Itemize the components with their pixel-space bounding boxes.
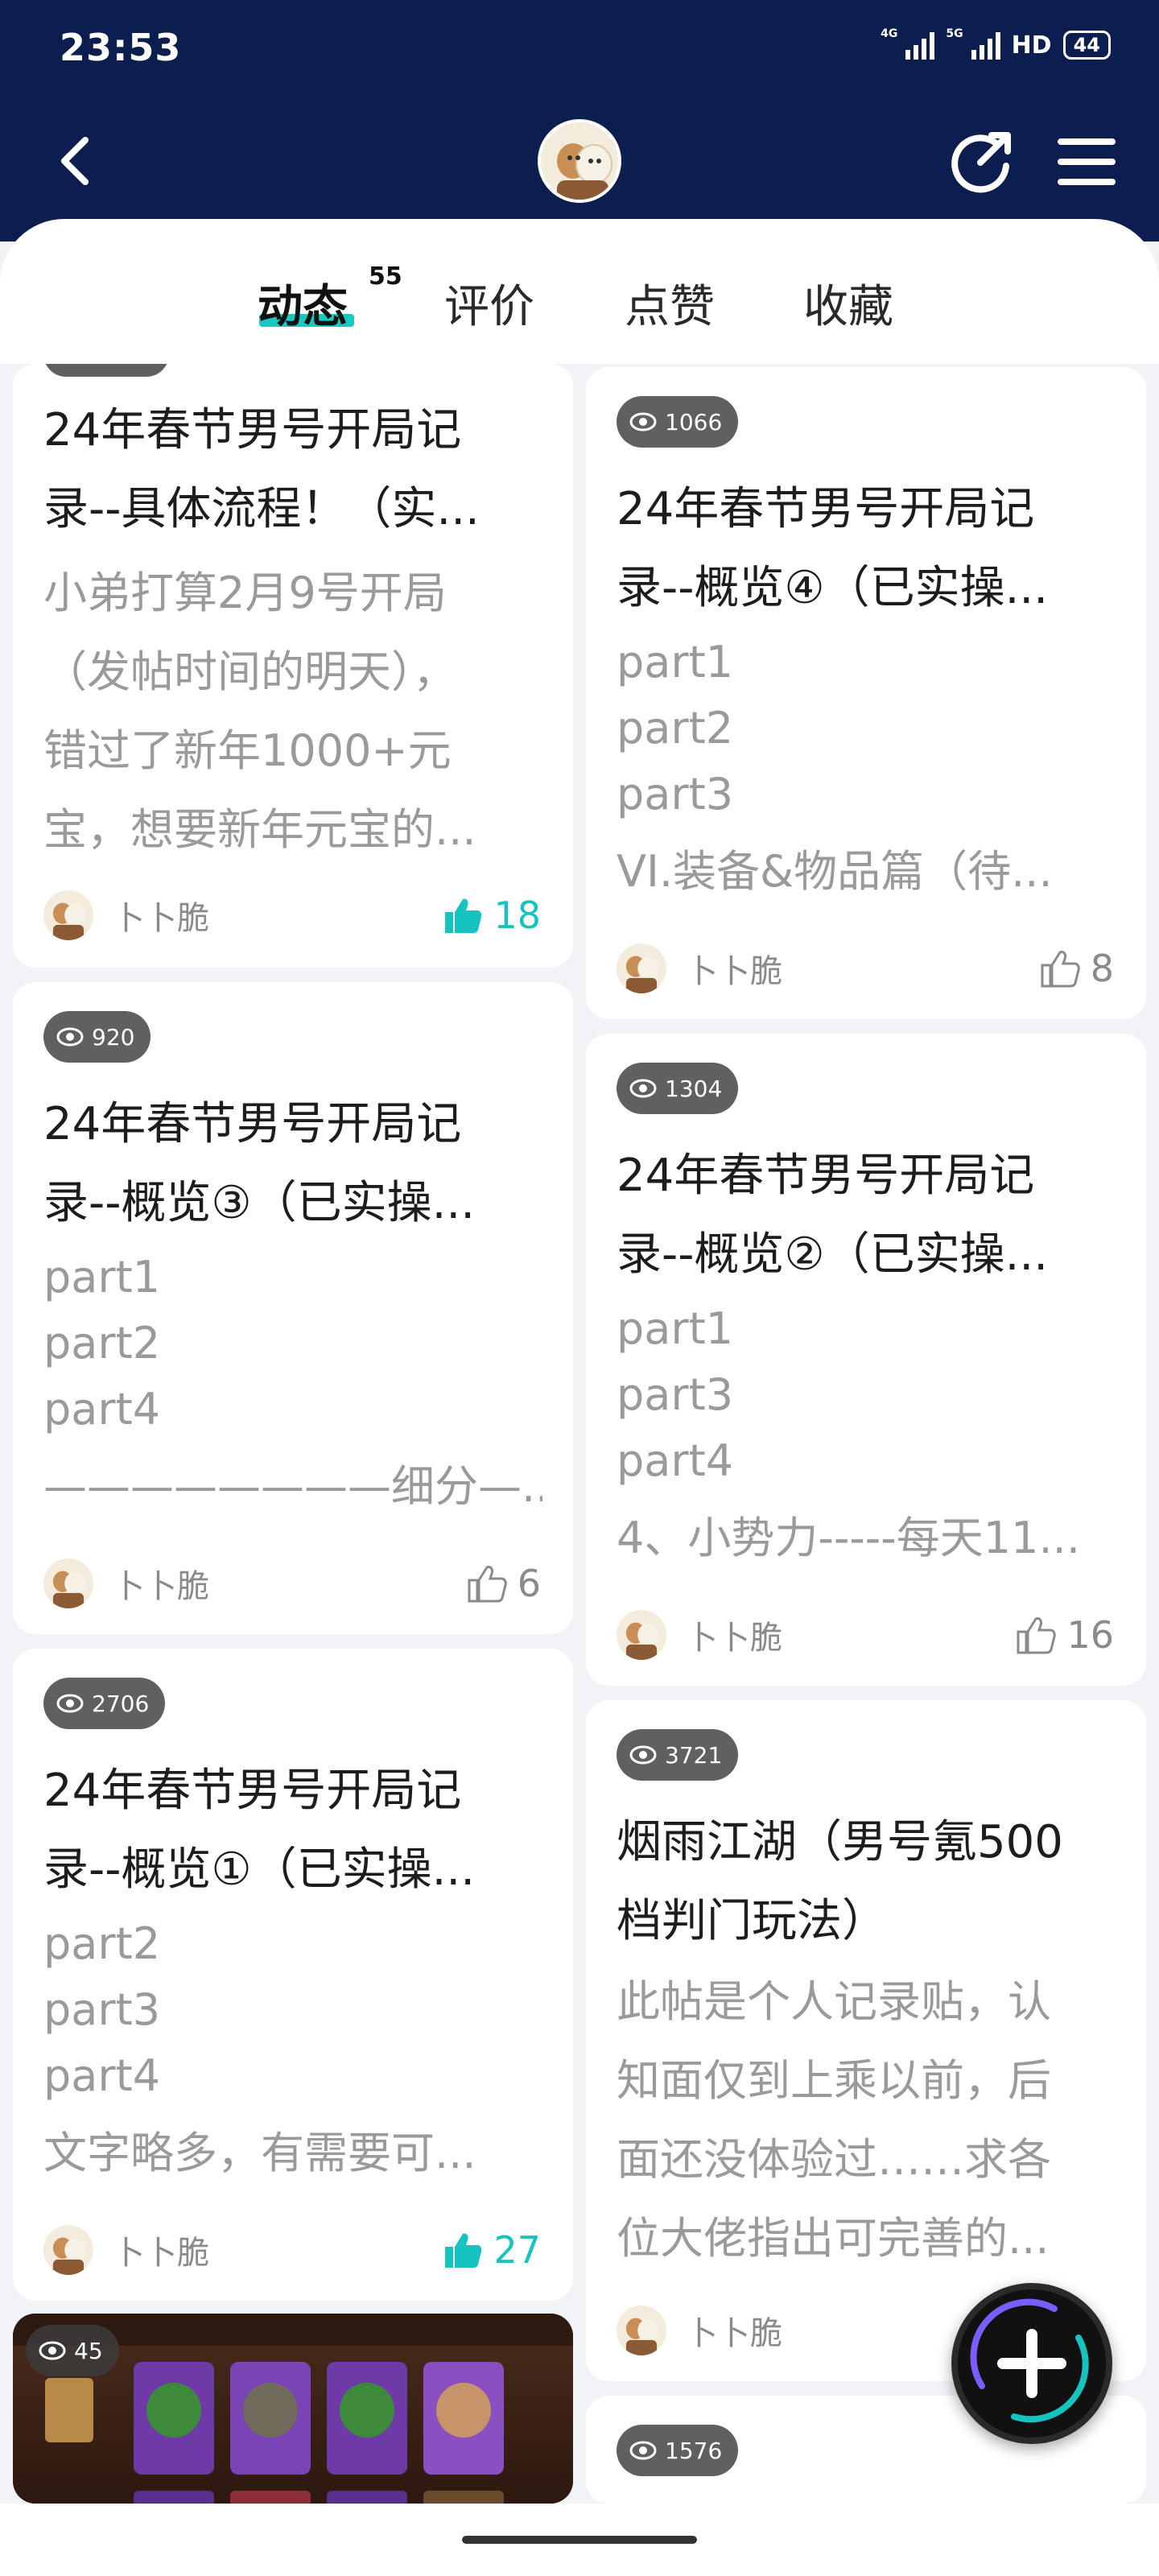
home-indicator[interactable] — [462, 2536, 697, 2544]
profile-avatar[interactable] — [538, 119, 621, 203]
post-meta: 卜卜脆 27 — [43, 2222, 541, 2278]
post-excerpt: 小弟打算2月9号开局 （发帖时间的明天）， 错过了新年1000+元 宝，想要新年… — [43, 568, 476, 855]
plus-icon — [970, 2298, 1089, 2423]
like-count: 8 — [1090, 947, 1114, 990]
signal-icon-2 — [971, 31, 1000, 60]
author-avatar[interactable] — [43, 890, 93, 940]
thumb-up-icon — [445, 2233, 482, 2268]
author-name[interactable]: 卜卜脆 — [686, 1612, 782, 1658]
post-meta: 卜卜脆 8 — [617, 940, 1114, 997]
like-button[interactable]: 27 — [442, 2228, 541, 2272]
like-count: 18 — [493, 894, 541, 937]
post-card[interactable]: 1066 24年春节男号开局记 录--概览④（已实操... part1 part… — [586, 367, 1146, 1019]
network-label-1: 4G — [881, 27, 898, 40]
share-icon[interactable] — [948, 127, 1016, 195]
like-button[interactable]: 6 — [466, 1562, 541, 1605]
like-button[interactable]: 16 — [1015, 1613, 1114, 1657]
post-meta: 卜卜脆 18 — [43, 887, 541, 943]
author-name[interactable]: 卜卜脆 — [113, 892, 209, 939]
eye-icon — [629, 412, 657, 431]
battery-icon: 44 — [1062, 31, 1111, 60]
post-card[interactable]: 3721 烟雨江湖（男号氪500 档判门玩法） 此帖是个人记录贴，认 知面仅到上… — [586, 1700, 1146, 2381]
like-count: 16 — [1066, 1613, 1114, 1657]
views-badge — [43, 364, 169, 377]
post-card[interactable]: 1304 24年春节男号开局记 录--概览②（已实操... part1 part… — [586, 1034, 1146, 1686]
nav-bar — [0, 113, 1159, 209]
tab-dynamics-count: 55 — [369, 262, 402, 291]
post-title: 烟雨江湖（男号氪500 档判门玩法） — [617, 1816, 1063, 1947]
author-name[interactable]: 卜卜脆 — [113, 2227, 209, 2273]
thumb-up-icon — [445, 898, 482, 933]
author-name[interactable]: 卜卜脆 — [686, 2307, 782, 2354]
like-button[interactable]: 8 — [1039, 947, 1114, 990]
tab-likes[interactable]: 点赞 — [625, 270, 715, 336]
author-name[interactable]: 卜卜脆 — [686, 945, 782, 992]
views-badge: 1576 — [617, 2425, 739, 2476]
views-badge: 1304 — [617, 1063, 739, 1114]
back-icon[interactable] — [48, 129, 105, 193]
author-avatar[interactable] — [617, 943, 666, 993]
views-badge: 1066 — [617, 396, 739, 448]
signal-icon — [905, 31, 935, 60]
tab-bar: 动态 55 评价 点赞 收藏 — [0, 219, 1159, 364]
author-avatar[interactable] — [617, 2306, 666, 2355]
thumb-up-icon — [1041, 951, 1080, 988]
post-card[interactable]: 2706 24年春节男号开局记 录--概览①（已实操... part2 part… — [13, 1649, 573, 2301]
author-name[interactable]: 卜卜脆 — [113, 1560, 209, 1607]
like-count: 6 — [517, 1562, 541, 1605]
views-badge: 2706 — [43, 1678, 166, 1729]
post-excerpt: part1 part2 part4 ————————细分—... — [43, 1252, 542, 1512]
eye-icon — [629, 2441, 657, 2460]
post-card[interactable]: 920 24年春节男号开局记 录--概览③（已实操... part1 part2… — [13, 982, 573, 1634]
menu-icon[interactable] — [1054, 132, 1119, 192]
post-title: 24年春节男号开局记 录--具体流程！（实... — [43, 404, 480, 535]
post-title: 24年春节男号开局记 录--概览②（已实操... — [617, 1150, 1049, 1281]
app-header: 23:53 4G 5G HD 44 — [0, 0, 1159, 242]
hd-label: HD — [1011, 31, 1052, 60]
eye-icon — [56, 1027, 84, 1046]
tab-favorites[interactable]: 收藏 — [803, 270, 893, 336]
author-avatar[interactable] — [617, 1610, 666, 1660]
eye-icon — [629, 1079, 657, 1098]
status-bar: 23:53 4G 5G HD 44 — [0, 0, 1159, 97]
create-post-button[interactable] — [951, 2283, 1112, 2444]
post-title: 24年春节男号开局记 录--概览①（已实操... — [43, 1765, 476, 1896]
views-badge: 45 — [26, 2325, 119, 2376]
post-excerpt: part2 part3 part4 文字略多，有需要可... — [43, 1918, 476, 2178]
like-count: 27 — [493, 2228, 541, 2272]
eye-icon — [629, 1745, 657, 1765]
author-avatar[interactable] — [43, 1558, 93, 1608]
post-excerpt: part1 part2 part3 VI.装备&物品篇（待... — [617, 637, 1053, 897]
thumb-up-icon — [1017, 1617, 1057, 1654]
author-avatar[interactable] — [43, 2225, 93, 2275]
post-excerpt: 此帖是个人记录贴，认 知面仅到上乘以前，后 面还没体验过……求各 位大佬指出可完… — [617, 1976, 1051, 2264]
post-meta: 卜卜脆 16 — [617, 1607, 1114, 1663]
post-meta: 卜卜脆 6 — [43, 1555, 541, 1612]
post-excerpt: part1 part3 part4 4、小势力-----每天11... — [617, 1303, 1080, 1563]
views-badge: 920 — [43, 1011, 151, 1063]
post-title: 24年春节男号开局记 录--概览④（已实操... — [617, 483, 1049, 614]
network-label-2: 5G — [946, 27, 963, 40]
thumb-up-icon — [468, 1566, 507, 1603]
tab-dynamics[interactable]: 动态 — [258, 270, 348, 336]
tab-reviews[interactable]: 评价 — [444, 270, 534, 336]
eye-icon — [39, 2341, 66, 2360]
eye-icon — [56, 1694, 84, 1713]
views-badge: 3721 — [617, 1729, 739, 1781]
post-title: 24年春节男号开局记 录--概览③（已实操... — [43, 1098, 476, 1229]
post-card-image[interactable]: 45 — [13, 2314, 573, 2504]
like-button[interactable]: 18 — [442, 894, 541, 937]
status-icons: 4G 5G HD 44 — [881, 27, 1111, 60]
status-time: 23:53 — [60, 26, 182, 69]
post-card[interactable]: 24年春节男号开局记 录--具体流程！（实... 小弟打算2月9号开局 （发帖时… — [13, 364, 573, 968]
